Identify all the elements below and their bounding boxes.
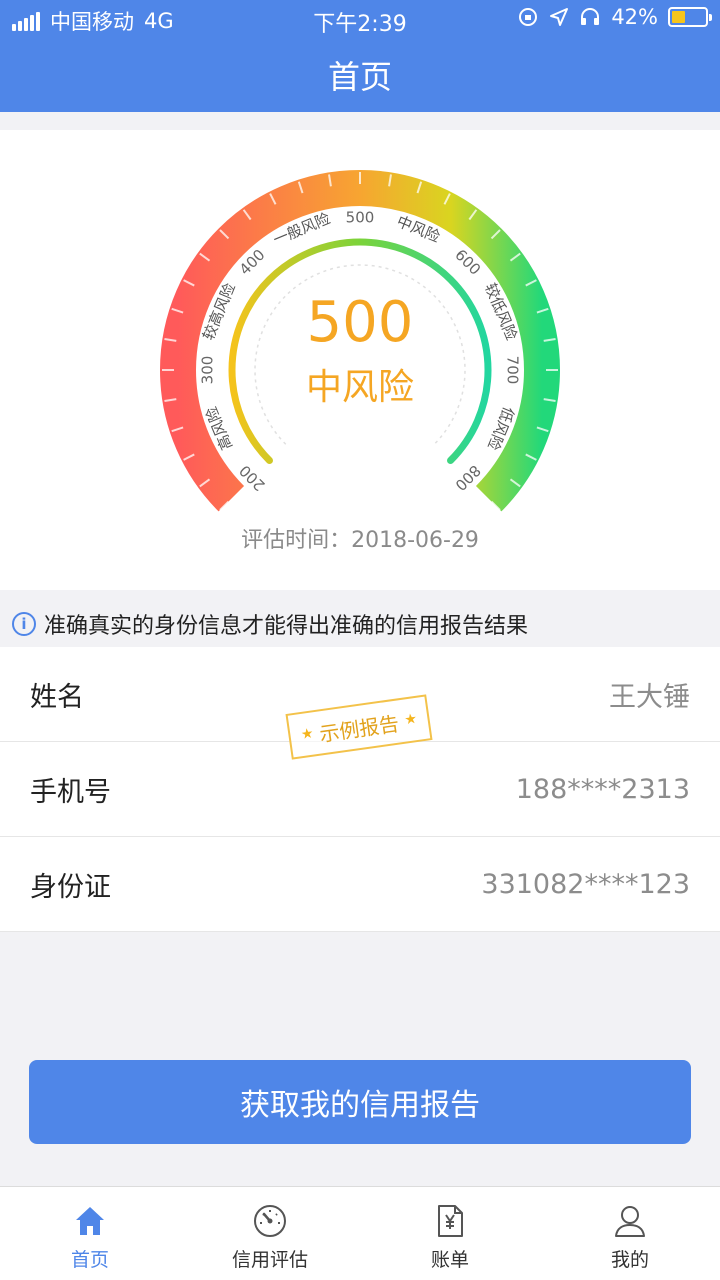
app-header: 中国移动 4G 下午2:39 42% 首页 xyxy=(0,0,720,112)
id-card-value: 331082****123 xyxy=(481,868,690,900)
home-icon xyxy=(76,1207,104,1235)
tab-credit-assessment-label: 信用评估 xyxy=(231,1249,308,1271)
tab-bills[interactable]: 账单 xyxy=(360,1187,540,1280)
phone-row: 手机号 188****2313 xyxy=(0,742,720,837)
tab-bar: 首页 信用评估 账单 我的 xyxy=(0,1186,720,1280)
gauge-tick-label: 500 xyxy=(346,209,375,227)
page-title: 首页 xyxy=(327,58,392,96)
tab-credit-assessment[interactable]: 信用评估 xyxy=(180,1187,360,1280)
identity-info-list: 姓名 王大锤 手机号 188****2313 身份证 331082****123 xyxy=(0,647,720,932)
rotation-lock-icon xyxy=(519,8,538,26)
user-icon xyxy=(615,1206,645,1237)
risk-level: 中风险 xyxy=(305,367,414,408)
gauge-icon xyxy=(254,1205,286,1237)
name-value: 王大锤 xyxy=(609,681,690,713)
evaluation-time: 评估时间：2018-06-29 xyxy=(0,522,720,554)
tab-home-label: 首页 xyxy=(70,1249,109,1271)
tab-profile[interactable]: 我的 xyxy=(540,1187,720,1280)
id-card-label: 身份证 xyxy=(30,871,111,903)
credit-score: 500 xyxy=(306,290,414,355)
headphones-icon xyxy=(581,8,600,25)
star-icon: ★ xyxy=(299,725,315,744)
phone-value: 188****2313 xyxy=(515,773,690,805)
tab-bills-label: 账单 xyxy=(430,1249,469,1271)
location-icon xyxy=(550,8,569,26)
name-label: 姓名 xyxy=(30,681,84,713)
gauge-tick-label: 200 xyxy=(236,461,269,494)
tab-profile-label: 我的 xyxy=(610,1249,649,1271)
phone-label: 手机号 xyxy=(30,776,111,808)
stamp-text: 示例报告 xyxy=(317,711,401,746)
accuracy-notice: i 准确真实的身份信息才能得出准确的信用报告结果 xyxy=(0,604,720,644)
bill-icon xyxy=(438,1205,463,1237)
credit-gauge-card: 200 300 400 500 600 700 800 高风险 较高风险 一般风险 中风险 较低风险低… xyxy=(0,130,720,590)
status-bar: 中国移动 4G 下午2:39 42% xyxy=(0,0,720,37)
notice-text: 准确真实的身份信息才能得出准确的信用报告结果 xyxy=(44,614,529,639)
get-credit-report-button[interactable]: 获取我的信用报告 xyxy=(29,1060,691,1144)
evaluation-time-label: 评估时间： xyxy=(241,528,352,553)
star-icon: ★ xyxy=(403,710,419,729)
battery-percent: 42% xyxy=(611,5,658,29)
gauge-tick-label: 800 xyxy=(451,461,484,494)
info-icon: i xyxy=(12,612,36,636)
tab-home[interactable]: 首页 xyxy=(0,1187,180,1280)
battery-icon xyxy=(668,7,712,27)
evaluation-time-value: 2018-06-29 xyxy=(351,528,479,553)
id-card-row: 身份证 331082****123 xyxy=(0,837,720,932)
